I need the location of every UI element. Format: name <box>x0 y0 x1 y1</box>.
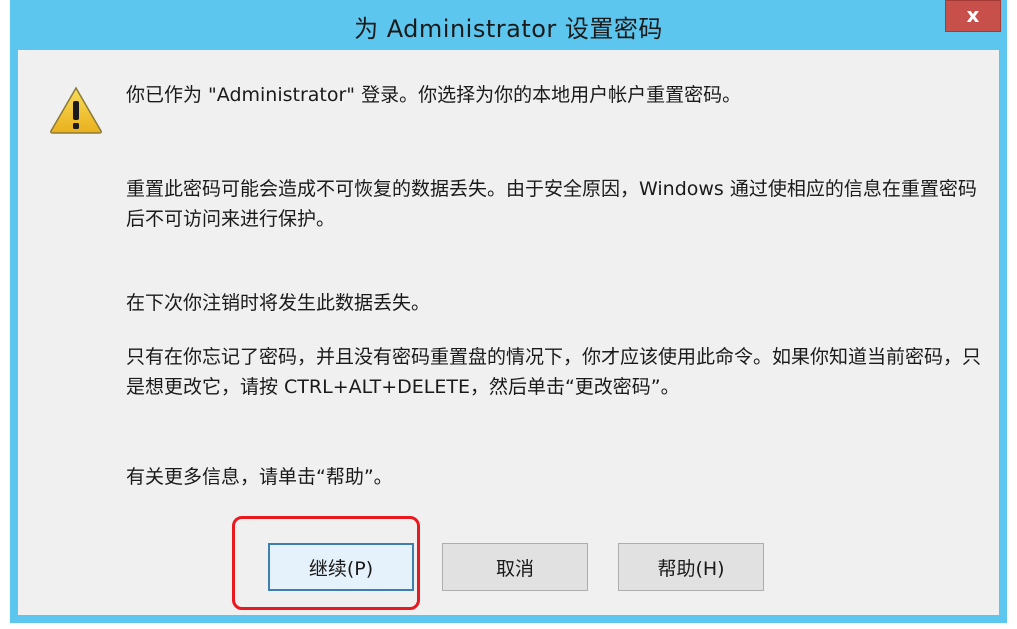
set-password-dialog: 为 Administrator 设置密码 x 你已作为 "Administrat… <box>10 0 1007 623</box>
cancel-button[interactable]: 取消 <box>442 543 588 591</box>
message-data-loss-warning: 重置此密码可能会造成不可恢复的数据丢失。由于安全原因，Windows 通过使相应… <box>126 178 977 230</box>
title-bar[interactable]: 为 Administrator 设置密码 x <box>10 0 1007 50</box>
message-usage-advice: 只有在你忘记了密码，并且没有密码重置盘的情况下，你才应该使用此命令。如果你知道当… <box>126 346 982 398</box>
continue-button[interactable]: 继续(P) <box>268 543 414 591</box>
message-help-hint: 有关更多信息，请单击“帮助”。 <box>126 466 393 488</box>
close-button[interactable]: x <box>945 0 1001 32</box>
message-logged-in: 你已作为 "Administrator" 登录。你选择为你的本地用户帐户重置密码… <box>126 84 742 106</box>
message-logoff-notice: 在下次你注销时将发生此数据丢失。 <box>126 292 431 314</box>
dialog-body: 你已作为 "Administrator" 登录。你选择为你的本地用户帐户重置密码… <box>18 50 999 615</box>
warning-icon <box>50 86 102 134</box>
help-button[interactable]: 帮助(H) <box>618 543 764 591</box>
window-title: 为 Administrator 设置密码 <box>354 15 663 43</box>
close-icon: x <box>966 3 980 27</box>
